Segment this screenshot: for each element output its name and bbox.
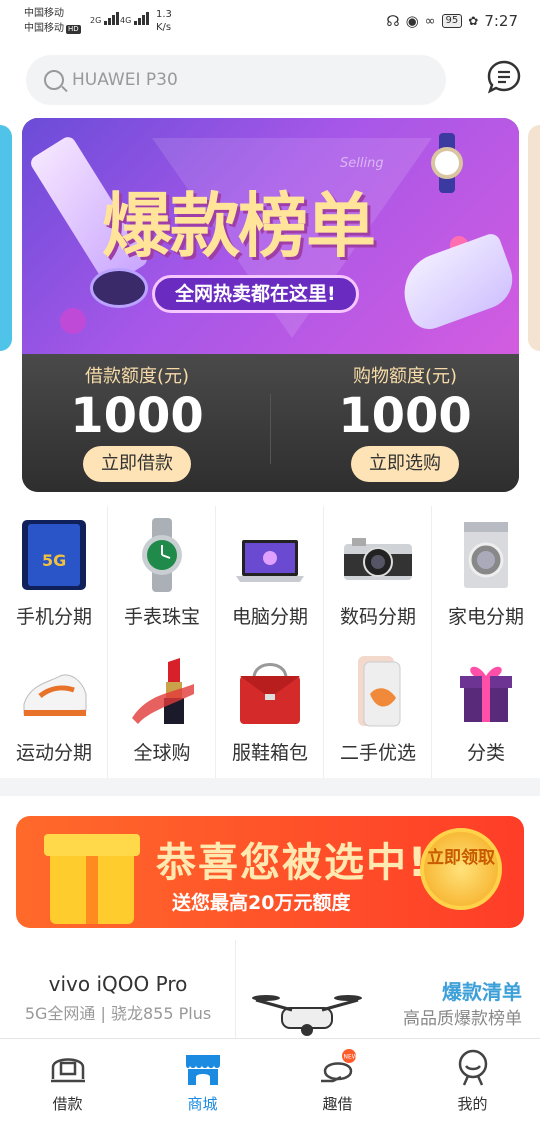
credit-quota-panel: 借款额度(元) 1000 立即借款 购物额度(元) 1000 立即选购 (22, 354, 519, 492)
promo-title: 恭喜您被选中! (156, 840, 429, 886)
message-icon[interactable] (486, 59, 522, 95)
eye-icon: ◉ (405, 12, 419, 30)
category-item[interactable]: 二手优选 (324, 642, 432, 778)
search-bar[interactable]: HUAWEI P30 (26, 55, 446, 105)
claim-now-button[interactable]: 立即领取 (420, 828, 502, 910)
hd-badge: HD (66, 25, 81, 34)
gift-illustration (44, 834, 140, 924)
iphone-icon (358, 656, 401, 727)
tab-label: 我的 (457, 1095, 488, 1113)
product-title: vivo iQOO Pro (48, 972, 188, 996)
shop-now-button[interactable]: 立即选购 (351, 446, 459, 482)
category-label: 二手优选 (339, 742, 416, 764)
battery-icon: 95 (441, 14, 463, 28)
section-separator (0, 778, 540, 796)
category-label: 服鞋箱包 (231, 742, 308, 764)
loan-quota-label: 借款额度(元) (84, 366, 190, 387)
category-item[interactable]: 全球购 (108, 642, 216, 778)
compact-illustration (90, 268, 148, 308)
signal-icon: 2G (90, 12, 120, 25)
category-label: 电脑分期 (231, 606, 308, 628)
signal-icon: 4G (120, 12, 150, 25)
category-item[interactable]: 电脑分期 (216, 506, 324, 642)
loan-quota: 借款额度(元) 1000 立即借款 (22, 362, 252, 482)
product-title: 爆款清单 (442, 980, 522, 1004)
category-label: 数码分期 (339, 606, 416, 628)
carousel-prev-peek[interactable] (0, 125, 12, 351)
banner-image[interactable]: Selling 爆款榜单 全网热卖都在这里! (22, 118, 519, 354)
sneaker-icon (23, 674, 87, 716)
tab-label: 借款 (52, 1095, 83, 1113)
category-item[interactable]: 服鞋箱包 (216, 642, 324, 778)
product-card-iqoo[interactable]: vivo iQOO Pro 5G全网通 | 骁龙855 Plus (0, 940, 236, 1038)
category-grid: 5G 手机分期 手表珠宝 电脑分期 数码分期 家电分期 运动分期 全球购 服鞋箱… (0, 506, 540, 778)
banner-watermark: Selling (340, 156, 384, 171)
tab-fun-loan[interactable]: NEW 趣借 (270, 1039, 405, 1123)
tab-profile[interactable]: 我的 (405, 1039, 540, 1123)
leaf-icon: ✿ (468, 14, 479, 28)
hot-list-banner[interactable]: Selling 爆款榜单 全网热卖都在这里! 借款额度(元) 1000 立即借款… (22, 118, 519, 492)
banner-slogan: 全网热卖都在这里! (152, 275, 359, 313)
lipstick-icon (132, 658, 194, 724)
watch-icon (142, 518, 182, 592)
network-speed: 1.3 K/s (156, 9, 172, 33)
product-card-hot-list[interactable]: 爆款清单 高品质爆款榜单 (238, 940, 540, 1038)
promo-banner[interactable]: 恭喜您被选中! 送您最高20万元额度 立即领取 (16, 816, 524, 928)
phone-icon: 5G (22, 520, 86, 590)
category-item[interactable]: 5G 手机分期 (0, 506, 108, 642)
carrier-info: 中国移动 中国移动 HD (24, 6, 81, 36)
carousel-next-peek[interactable] (528, 125, 540, 351)
tab-label: 趣借 (322, 1095, 353, 1113)
clock: 7:27 (484, 12, 518, 30)
gift-box-icon (460, 666, 512, 722)
category-item[interactable]: 运动分期 (0, 642, 108, 778)
drone-image (252, 995, 362, 1036)
banner-headline: 爆款榜单 (102, 185, 376, 267)
shopping-quota: 购物额度(元) 1000 立即选购 (290, 362, 519, 482)
product-subtitle: 高品质爆款榜单 (403, 1009, 522, 1029)
carrier-2: 中国移动 (24, 23, 64, 34)
watch-illustration (429, 133, 465, 193)
tab-label: 商城 (187, 1095, 218, 1113)
washer-icon (464, 522, 508, 588)
category-label: 分类 (466, 742, 505, 764)
carrier-1: 中国移动 (24, 8, 64, 19)
tab-mall[interactable]: 商城 (135, 1039, 270, 1123)
shopping-quota-value: 1000 (338, 388, 472, 444)
product-subtitle: 5G全网通 | 骁龙855 Plus (24, 1004, 212, 1023)
category-item[interactable]: 手表珠宝 (108, 506, 216, 642)
borrow-now-button[interactable]: 立即借款 (83, 446, 191, 482)
search-placeholder: HUAWEI P30 (72, 70, 178, 90)
divider (270, 394, 271, 464)
category-item[interactable]: 分类 (432, 642, 540, 778)
category-label: 全球购 (133, 742, 191, 764)
headset-icon: ☊ (386, 12, 400, 30)
category-label: 家电分期 (447, 606, 524, 628)
tab-loan[interactable]: 借款 (0, 1039, 135, 1123)
handbag-icon (240, 663, 300, 724)
profile-icon (458, 1049, 488, 1086)
category-item[interactable]: 数码分期 (324, 506, 432, 642)
status-icons: ☊ ◉ ∞ 95 ✿ 7:27 (386, 12, 518, 30)
category-item[interactable]: 家电分期 (432, 506, 540, 642)
category-label: 手机分期 (15, 606, 92, 628)
status-bar: 中国移动 中国移动 HD 2G 4G 1.3 K/s ☊ ◉ ∞ 95 ✿ 7:2… (0, 0, 540, 44)
promo-subtitle: 送您最高20万元额度 (172, 892, 351, 914)
svg-text:5G: 5G (42, 551, 66, 570)
category-label: 运动分期 (15, 742, 92, 764)
shopping-quota-label: 购物额度(元) (352, 366, 458, 387)
svg-text:NEW: NEW (344, 1054, 358, 1061)
category-label: 手表珠宝 (123, 606, 200, 628)
search-icon (44, 70, 64, 90)
loan-icon (51, 1058, 85, 1083)
bottom-tab-bar: 借款 商城 NEW 趣借 我的 (0, 1038, 540, 1122)
bluetooth-icon: ∞ (424, 13, 436, 29)
camera-icon (344, 538, 412, 580)
mall-icon (186, 1055, 220, 1085)
fun-loan-icon: NEW (321, 1049, 358, 1083)
loan-quota-value: 1000 (70, 388, 204, 444)
laptop-icon (236, 540, 304, 582)
